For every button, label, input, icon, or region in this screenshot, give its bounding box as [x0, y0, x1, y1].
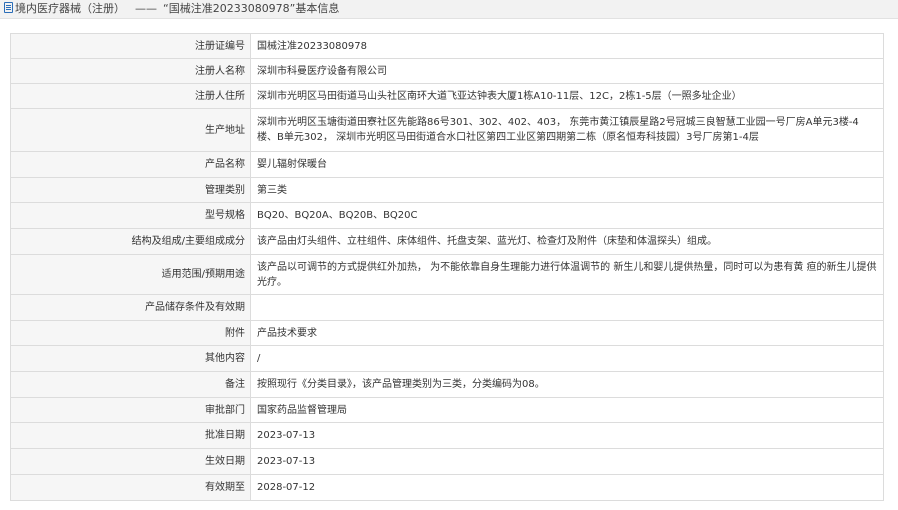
table-row: 批准日期 2023-07-13 — [10, 422, 884, 449]
table-row: 生产地址 深圳市光明区玉塘街道田寮社区先能路86号301、302、402、403… — [10, 108, 884, 152]
row-label: 注册证编号 — [10, 33, 251, 59]
row-label: 注册人名称 — [10, 58, 251, 84]
row-value: 深圳市光明区马田街道马山头社区南环大道飞亚达钟表大厦1栋A10-11层、12C，… — [250, 83, 884, 109]
header-title: “国械注准20233080978”基本信息 — [163, 2, 340, 15]
row-value: 深圳市光明区玉塘街道田寮社区先能路86号301、302、402、403， 东莞市… — [250, 108, 884, 152]
row-label: 结构及组成/主要组成成分 — [10, 228, 251, 255]
table-row: 型号规格 BQ20、BQ20A、BQ20B、BQ20C — [10, 202, 884, 229]
row-value: 2028-07-12 — [250, 474, 884, 501]
row-label: 附件 — [10, 320, 251, 346]
row-label: 管理类别 — [10, 177, 251, 203]
row-value: 产品技术要求 — [250, 320, 884, 346]
row-label: 适用范围/预期用途 — [10, 254, 251, 295]
table-row: 注册证编号 国械注准20233080978 — [10, 33, 884, 59]
table-row: 产品名称 婴儿辐射保暖台 — [10, 151, 884, 178]
row-value: / — [250, 345, 884, 372]
document-icon — [4, 2, 13, 13]
detail-table-container: 注册证编号 国械注准20233080978 注册人名称 深圳市科曼医疗设备有限公… — [10, 33, 884, 501]
table-row: 审批部门 国家药品监督管理局 — [10, 397, 884, 423]
row-value: 该产品以可调节的方式提供红外加热， 为不能依靠自身生理能力进行体温调节的 新生儿… — [250, 254, 884, 295]
table-row: 管理类别 第三类 — [10, 177, 884, 203]
table-row: 有效期至 2028-07-12 — [10, 474, 884, 501]
table-row: 其他内容 / — [10, 345, 884, 372]
row-label: 产品储存条件及有效期 — [10, 294, 251, 321]
row-value: 2023-07-13 — [250, 448, 884, 475]
table-row: 适用范围/预期用途 该产品以可调节的方式提供红外加热， 为不能依靠自身生理能力进… — [10, 254, 884, 295]
row-label: 注册人住所 — [10, 83, 251, 109]
row-value: 按照现行《分类目录》，该产品管理类别为三类，分类编码为08。 — [250, 371, 884, 398]
row-label: 有效期至 — [10, 474, 251, 501]
header-separator: —— — [135, 2, 157, 15]
table-row: 结构及组成/主要组成成分 该产品由灯头组件、立柱组件、床体组件、托盘支架、蓝光灯… — [10, 228, 884, 255]
row-value: 2023-07-13 — [250, 422, 884, 449]
row-label: 批准日期 — [10, 422, 251, 449]
row-label: 生产地址 — [10, 108, 251, 152]
table-row: 注册人名称 深圳市科曼医疗设备有限公司 — [10, 58, 884, 84]
row-label: 其他内容 — [10, 345, 251, 372]
table-row: 产品储存条件及有效期 — [10, 294, 884, 321]
row-value: 第三类 — [250, 177, 884, 203]
row-value: 婴儿辐射保暖台 — [250, 151, 884, 178]
row-value: BQ20、BQ20A、BQ20B、BQ20C — [250, 202, 884, 229]
device-detail-table: 注册证编号 国械注准20233080978 注册人名称 深圳市科曼医疗设备有限公… — [10, 33, 884, 501]
row-label: 生效日期 — [10, 448, 251, 475]
header-category: 境内医疗器械（注册） — [15, 2, 125, 15]
page-header: 境内医疗器械（注册） —— “国械注准20233080978”基本信息 — [0, 0, 898, 19]
row-value — [250, 294, 884, 321]
row-value: 国家药品监督管理局 — [250, 397, 884, 423]
row-label: 产品名称 — [10, 151, 251, 178]
table-row: 注册人住所 深圳市光明区马田街道马山头社区南环大道飞亚达钟表大厦1栋A10-11… — [10, 83, 884, 109]
row-value: 国械注准20233080978 — [250, 33, 884, 59]
table-row: 附件 产品技术要求 — [10, 320, 884, 346]
row-label: 审批部门 — [10, 397, 251, 423]
row-label: 备注 — [10, 371, 251, 398]
row-label: 型号规格 — [10, 202, 251, 229]
table-row: 备注 按照现行《分类目录》，该产品管理类别为三类，分类编码为08。 — [10, 371, 884, 398]
row-value: 深圳市科曼医疗设备有限公司 — [250, 58, 884, 84]
row-value: 该产品由灯头组件、立柱组件、床体组件、托盘支架、蓝光灯、检查灯及附件（床垫和体温… — [250, 228, 884, 255]
table-row: 生效日期 2023-07-13 — [10, 448, 884, 475]
